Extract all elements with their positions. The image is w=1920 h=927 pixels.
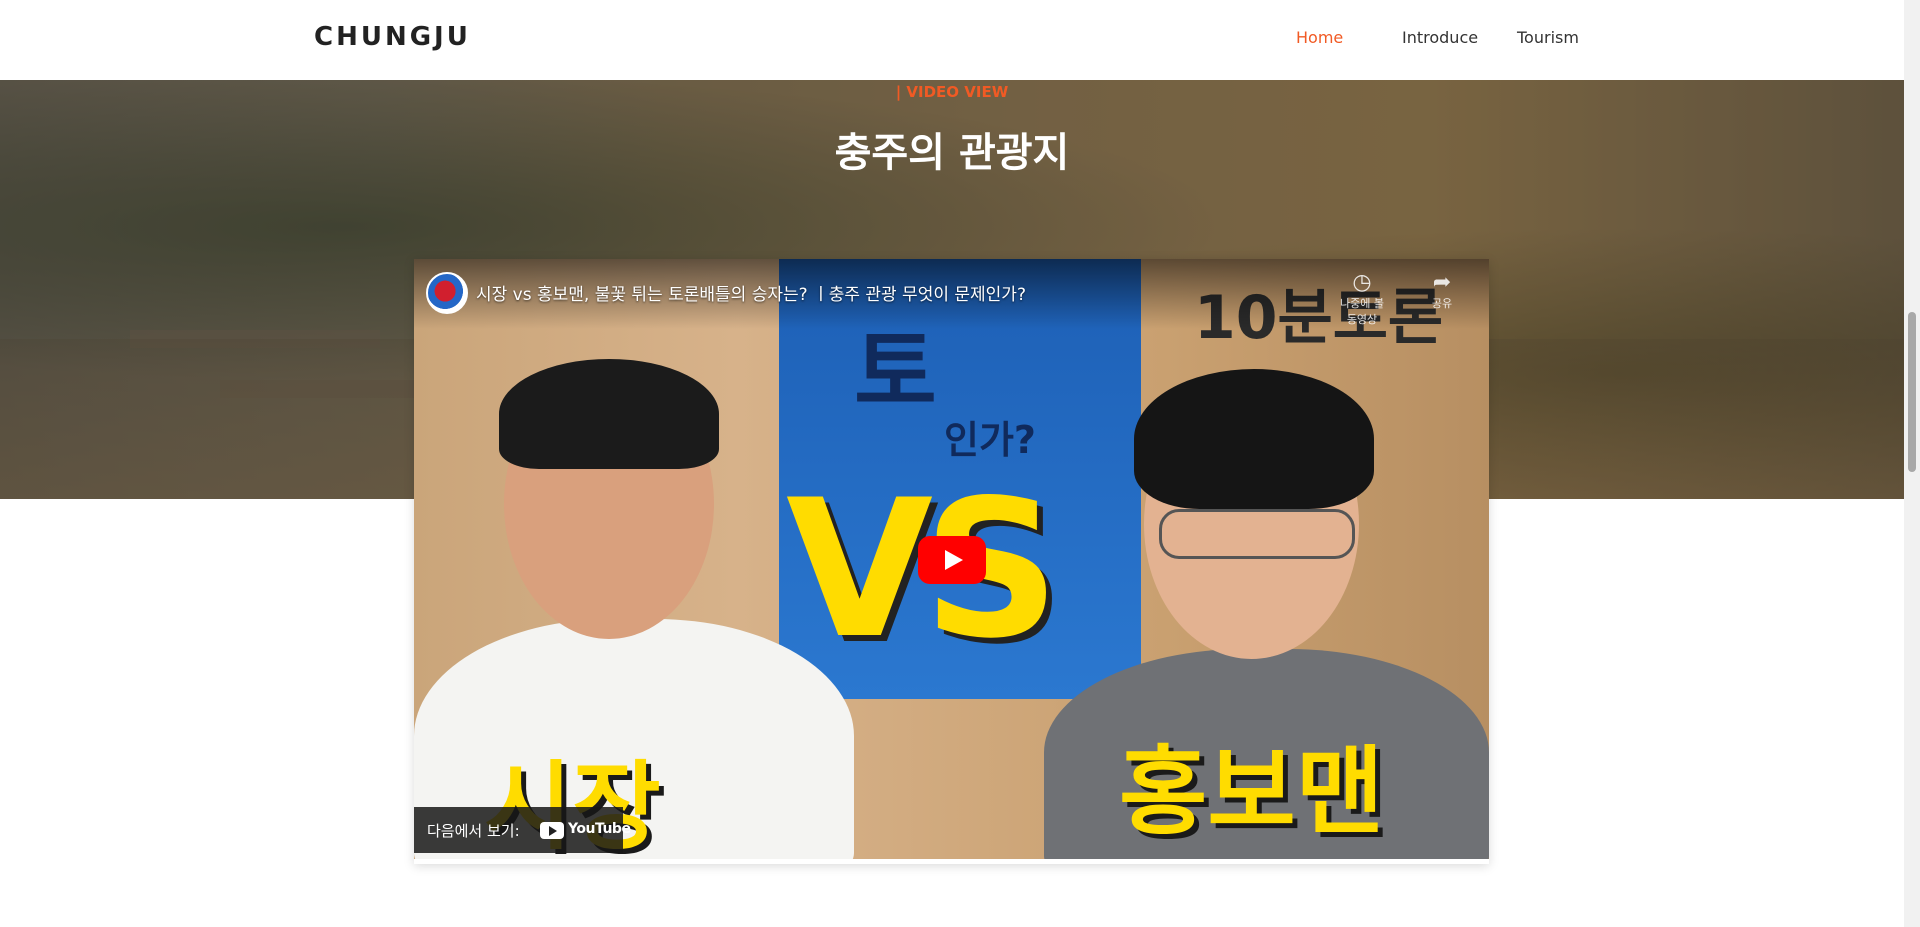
navbar: CHUNGJU Home Introduce Tourism: [0, 0, 1904, 80]
thumbnail-question-text: 인가?: [944, 418, 1036, 462]
nav-home[interactable]: Home: [1296, 28, 1343, 47]
share-label: 공유: [1431, 297, 1453, 310]
person-right-hair: [1134, 369, 1374, 509]
youtube-wordmark: YouTube: [568, 821, 631, 837]
youtube-embed[interactable]: 토 인가? 10분토론 VS 시장 홍보맨 시장 vs 홍보맨, 불꽃 튀는 토…: [414, 259, 1489, 859]
watch-on-label: 다음에서 보기:: [427, 822, 520, 840]
watch-later-label: 나중에 볼 동영상: [1340, 297, 1384, 326]
share-icon: ➦: [1432, 270, 1452, 295]
youtube-play-icon: [540, 822, 564, 839]
section-subtitle: | VIDEO VIEW: [895, 83, 1009, 101]
person-right-glasses: [1159, 509, 1355, 559]
channel-logo-icon[interactable]: [426, 272, 468, 314]
nav-tourism[interactable]: Tourism: [1517, 28, 1579, 47]
scrollbar-thumb[interactable]: [1908, 312, 1916, 472]
clock-icon: ◷: [1352, 270, 1372, 295]
video-card: 토 인가? 10분토론 VS 시장 홍보맨 시장 vs 홍보맨, 불꽃 튀는 토…: [414, 259, 1489, 864]
thumbnail-right-label: 홍보맨: [1119, 736, 1384, 848]
brand-logo[interactable]: CHUNGJU: [314, 22, 471, 52]
person-left-hair: [499, 359, 719, 469]
share-button[interactable]: ➦ 공유: [1414, 271, 1470, 311]
section-title: 충주의 관광지: [834, 130, 1070, 176]
play-button[interactable]: [918, 536, 986, 584]
watch-later-button[interactable]: ◷ 나중에 볼 동영상: [1334, 271, 1390, 327]
nav-introduce[interactable]: Introduce: [1402, 28, 1478, 47]
video-title[interactable]: 시장 vs 홍보맨, 불꽃 튀는 토론배틀의 승자는? ㅣ충주 관광 무엇이 문…: [476, 280, 1026, 305]
watch-on-youtube-button[interactable]: 다음에서 보기: YouTube: [414, 807, 631, 853]
